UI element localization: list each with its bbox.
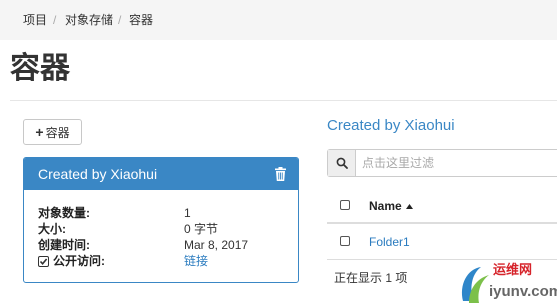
breadcrumb-separator: / (53, 13, 57, 27)
created-time-label: 创建时间: (38, 238, 90, 252)
public-access-link[interactable]: 链接 (184, 254, 208, 268)
public-access-label: 公开访问: (53, 254, 105, 268)
search-button[interactable] (328, 150, 356, 176)
table-header: Name (327, 188, 557, 224)
table-row[interactable]: Folder1 (327, 224, 557, 260)
caret-up-icon (405, 204, 413, 209)
objects-section-title: Created by Xiaohui (327, 117, 455, 134)
column-header-name[interactable]: Name (369, 199, 413, 213)
breadcrumb: 项目 / 对象存储 / 容器 (0, 0, 557, 40)
object-count-value: 1 (184, 206, 191, 220)
public-access-row: 公开访问: (38, 254, 105, 268)
watermark-en: iyunv.com (489, 283, 557, 300)
size-label: 大小: (38, 222, 66, 236)
container-panel[interactable]: Created by Xiaohui 对象数量: 1 大小: 0 字节 创建时间… (23, 157, 299, 283)
search-icon (336, 157, 348, 169)
breadcrumb-item-object-storage[interactable]: 对象存储 (65, 13, 113, 27)
breadcrumb-separator: / (118, 13, 122, 27)
plus-icon: + (35, 124, 44, 140)
item-count-footer: 正在显示 1 项 (334, 271, 408, 285)
breadcrumb-item-project[interactable]: 项目 (23, 13, 47, 27)
row-checkbox[interactable] (340, 236, 350, 246)
container-panel-title: Created by Xiaohui (38, 166, 158, 182)
watermark-logo: 运维网 iyunv.com (455, 261, 557, 305)
checkbox-checked-icon[interactable] (38, 256, 49, 267)
trash-icon[interactable] (275, 167, 286, 181)
add-container-button[interactable]: + 容器 (23, 119, 82, 145)
filter-search-box[interactable] (327, 149, 557, 177)
filter-input[interactable] (362, 155, 542, 171)
page-title: 容器 (10, 51, 70, 86)
watermark-cn: 运维网 (493, 263, 533, 278)
size-value: 0 字节 (184, 222, 219, 236)
container-panel-header[interactable]: Created by Xiaohui (24, 158, 298, 190)
folder-link[interactable]: Folder1 (369, 235, 410, 249)
title-divider (10, 100, 557, 101)
breadcrumb-item-containers: 容器 (129, 13, 154, 27)
column-header-name-label: Name (369, 199, 402, 213)
add-container-label: 容器 (45, 125, 70, 140)
object-count-label: 对象数量: (38, 206, 90, 220)
created-time-value: Mar 8, 2017 (184, 238, 249, 252)
select-all-checkbox[interactable] (340, 200, 350, 210)
